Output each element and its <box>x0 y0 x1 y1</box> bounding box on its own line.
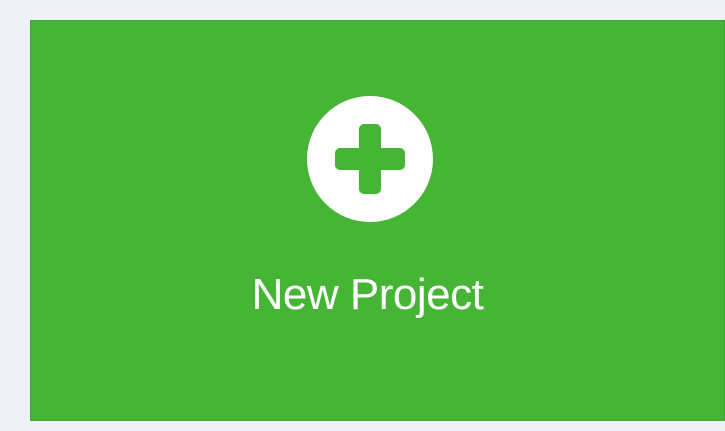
new-project-label: New Project <box>251 270 484 319</box>
plus-circle-icon <box>307 96 433 222</box>
new-project-tile[interactable]: New Project <box>30 20 725 421</box>
dashboard-page: New Project <box>0 0 725 431</box>
